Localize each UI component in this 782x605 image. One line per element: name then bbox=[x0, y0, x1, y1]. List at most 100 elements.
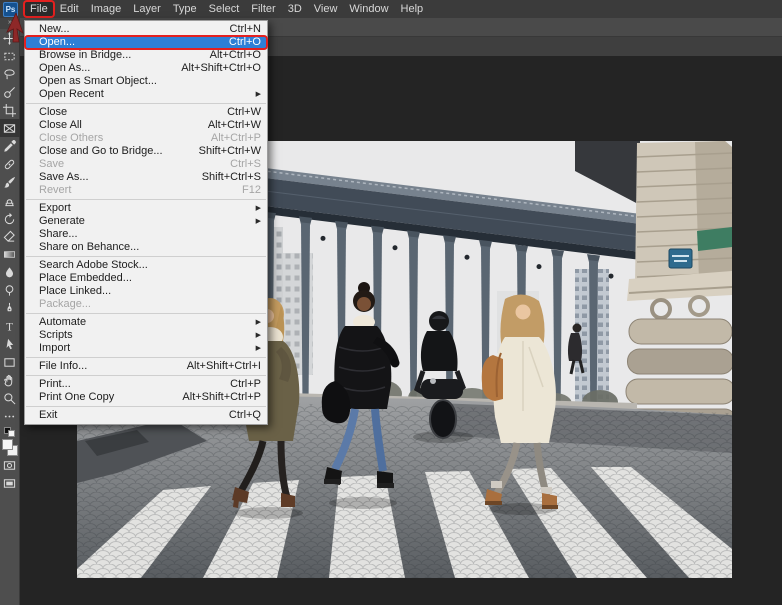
tool-frame[interactable] bbox=[0, 119, 20, 137]
menu-item-open-as-smart-object[interactable]: Open as Smart Object... bbox=[25, 75, 267, 88]
tool-clone-stamp[interactable] bbox=[0, 191, 20, 209]
menubar-item-help[interactable]: Help bbox=[396, 2, 429, 16]
tool-dodge[interactable] bbox=[0, 281, 20, 299]
foreground-background-swatches[interactable] bbox=[2, 439, 18, 456]
menu-item-print[interactable]: Print...Ctrl+P bbox=[25, 378, 267, 391]
menu-item-open-as[interactable]: Open As...Alt+Shift+Ctrl+O bbox=[25, 62, 267, 75]
menu-item-shortcut: Ctrl+Q bbox=[229, 409, 261, 422]
menubar-item-image[interactable]: Image bbox=[86, 2, 127, 16]
tool-rectangle[interactable] bbox=[0, 353, 20, 371]
gradient-icon bbox=[3, 248, 16, 261]
foreground-color-swatch[interactable] bbox=[2, 439, 13, 450]
menubar-item-layer[interactable]: Layer bbox=[128, 2, 166, 16]
submenu-arrow-icon: ▶ bbox=[256, 316, 261, 329]
menu-item-place-linked[interactable]: Place Linked... bbox=[25, 285, 267, 298]
menu-item-open[interactable]: Open...Ctrl+O bbox=[25, 36, 267, 49]
zoom-icon bbox=[3, 392, 16, 405]
tool-hand[interactable] bbox=[0, 371, 20, 389]
menu-item-export[interactable]: Export▶ bbox=[25, 202, 267, 215]
menu-item-label: Automate bbox=[39, 316, 250, 329]
submenu-arrow-icon: ▶ bbox=[256, 202, 261, 215]
menu-item-save[interactable]: SaveCtrl+S bbox=[25, 158, 267, 171]
quick-mask-icon bbox=[3, 459, 16, 472]
tool-lasso[interactable] bbox=[0, 65, 20, 83]
path-selection-icon bbox=[3, 338, 16, 351]
menu-item-label: Place Linked... bbox=[39, 285, 261, 298]
menu-item-label: Open Recent bbox=[39, 88, 250, 101]
edit-toolbar-button[interactable] bbox=[0, 407, 20, 425]
menu-item-close[interactable]: CloseCtrl+W bbox=[25, 106, 267, 119]
dodge-icon bbox=[3, 284, 16, 297]
menu-item-shortcut: Ctrl+S bbox=[230, 158, 261, 171]
menu-item-place-embedded[interactable]: Place Embedded... bbox=[25, 272, 267, 285]
menu-item-new[interactable]: New...Ctrl+N bbox=[25, 23, 267, 36]
menu-separator bbox=[26, 357, 266, 358]
menu-separator bbox=[26, 256, 266, 257]
menu-item-open-recent[interactable]: Open Recent▶ bbox=[25, 88, 267, 101]
menu-item-close-all[interactable]: Close AllAlt+Ctrl+W bbox=[25, 119, 267, 132]
menu-item-close-and-go-to-bridge[interactable]: Close and Go to Bridge...Shift+Ctrl+W bbox=[25, 145, 267, 158]
menu-item-generate[interactable]: Generate ▶ bbox=[25, 215, 267, 228]
menu-item-search-adobe-stock[interactable]: Search Adobe Stock... bbox=[25, 259, 267, 272]
menu-item-scripts[interactable]: Scripts▶ bbox=[25, 329, 267, 342]
menu-item-shortcut: Alt+Ctrl+P bbox=[211, 132, 261, 145]
menu-item-shortcut: Alt+Ctrl+W bbox=[208, 119, 261, 132]
svg-text:T: T bbox=[6, 321, 13, 332]
pen-icon bbox=[3, 302, 16, 315]
tool-spot-healing-brush[interactable] bbox=[0, 155, 20, 173]
menu-item-automate[interactable]: Automate ▶ bbox=[25, 316, 267, 329]
tool-history-brush[interactable] bbox=[0, 209, 20, 227]
menu-item-save-as[interactable]: Save As...Shift+Ctrl+S bbox=[25, 171, 267, 184]
tool-gradient[interactable] bbox=[0, 245, 20, 263]
menubar-item-window[interactable]: Window bbox=[344, 2, 393, 16]
menu-separator bbox=[26, 103, 266, 104]
menu-item-browse-in-bridge[interactable]: Browse in Bridge...Alt+Ctrl+O bbox=[25, 49, 267, 62]
menubar-item-select[interactable]: Select bbox=[204, 2, 245, 16]
eyedropper-icon bbox=[3, 140, 16, 153]
menu-item-exit[interactable]: ExitCtrl+Q bbox=[25, 409, 267, 422]
tool-path-selection[interactable] bbox=[0, 335, 20, 353]
menubar-item-filter[interactable]: Filter bbox=[246, 2, 280, 16]
menu-item-label: Open as Smart Object... bbox=[39, 75, 261, 88]
screen-mode-button[interactable] bbox=[0, 474, 20, 492]
menu-item-import[interactable]: Import▶ bbox=[25, 342, 267, 355]
tool-zoom[interactable] bbox=[0, 389, 20, 407]
menu-item-print-one-copy[interactable]: Print One CopyAlt+Shift+Ctrl+P bbox=[25, 391, 267, 404]
menu-item-shortcut: Alt+Ctrl+O bbox=[210, 49, 261, 62]
submenu-arrow-icon: ▶ bbox=[256, 215, 261, 228]
quick-mask-button[interactable] bbox=[0, 456, 20, 474]
menu-item-close-others[interactable]: Close OthersAlt+Ctrl+P bbox=[25, 132, 267, 145]
default-swatches-button[interactable] bbox=[4, 427, 16, 437]
menu-item-label: Generate bbox=[39, 215, 250, 228]
tool-pen[interactable] bbox=[0, 299, 20, 317]
menu-separator bbox=[26, 313, 266, 314]
menubar-item-file[interactable]: File bbox=[25, 2, 53, 16]
tool-rectangular-marquee[interactable] bbox=[0, 47, 20, 65]
menu-item-label: File Info... bbox=[39, 360, 187, 373]
tool-brush[interactable] bbox=[0, 173, 20, 191]
menu-item-file-info[interactable]: File Info...Alt+Shift+Ctrl+I bbox=[25, 360, 267, 373]
clone-stamp-icon bbox=[3, 194, 16, 207]
tool-quick-selection[interactable] bbox=[0, 83, 20, 101]
menubar-item-view[interactable]: View bbox=[309, 2, 343, 16]
annotation-arrow-cursor bbox=[4, 13, 26, 43]
menubar-item-edit[interactable]: Edit bbox=[55, 2, 84, 16]
menu-item-label: Browse in Bridge... bbox=[39, 49, 210, 62]
tool-crop[interactable] bbox=[0, 101, 20, 119]
default-background-swatch bbox=[8, 430, 15, 437]
tool-eraser[interactable] bbox=[0, 227, 20, 245]
menu-item-package[interactable]: Package... bbox=[25, 298, 267, 311]
menu-item-revert[interactable]: RevertF12 bbox=[25, 184, 267, 197]
menubar-item-type[interactable]: Type bbox=[168, 2, 202, 16]
menu-item-shortcut: Shift+Ctrl+W bbox=[199, 145, 261, 158]
menu-item-label: Open As... bbox=[39, 62, 181, 75]
tool-eyedropper[interactable] bbox=[0, 137, 20, 155]
menubar-item-3d[interactable]: 3D bbox=[283, 2, 307, 16]
quick-selection-icon bbox=[3, 86, 16, 99]
menu-item-share[interactable]: Share... bbox=[25, 228, 267, 241]
menu-item-label: Exit bbox=[39, 409, 229, 422]
menu-item-share-on-behance[interactable]: Share on Behance... bbox=[25, 241, 267, 254]
tool-blur[interactable] bbox=[0, 263, 20, 281]
tool-type[interactable]: T bbox=[0, 317, 20, 335]
menu-item-label: Revert bbox=[39, 184, 242, 197]
